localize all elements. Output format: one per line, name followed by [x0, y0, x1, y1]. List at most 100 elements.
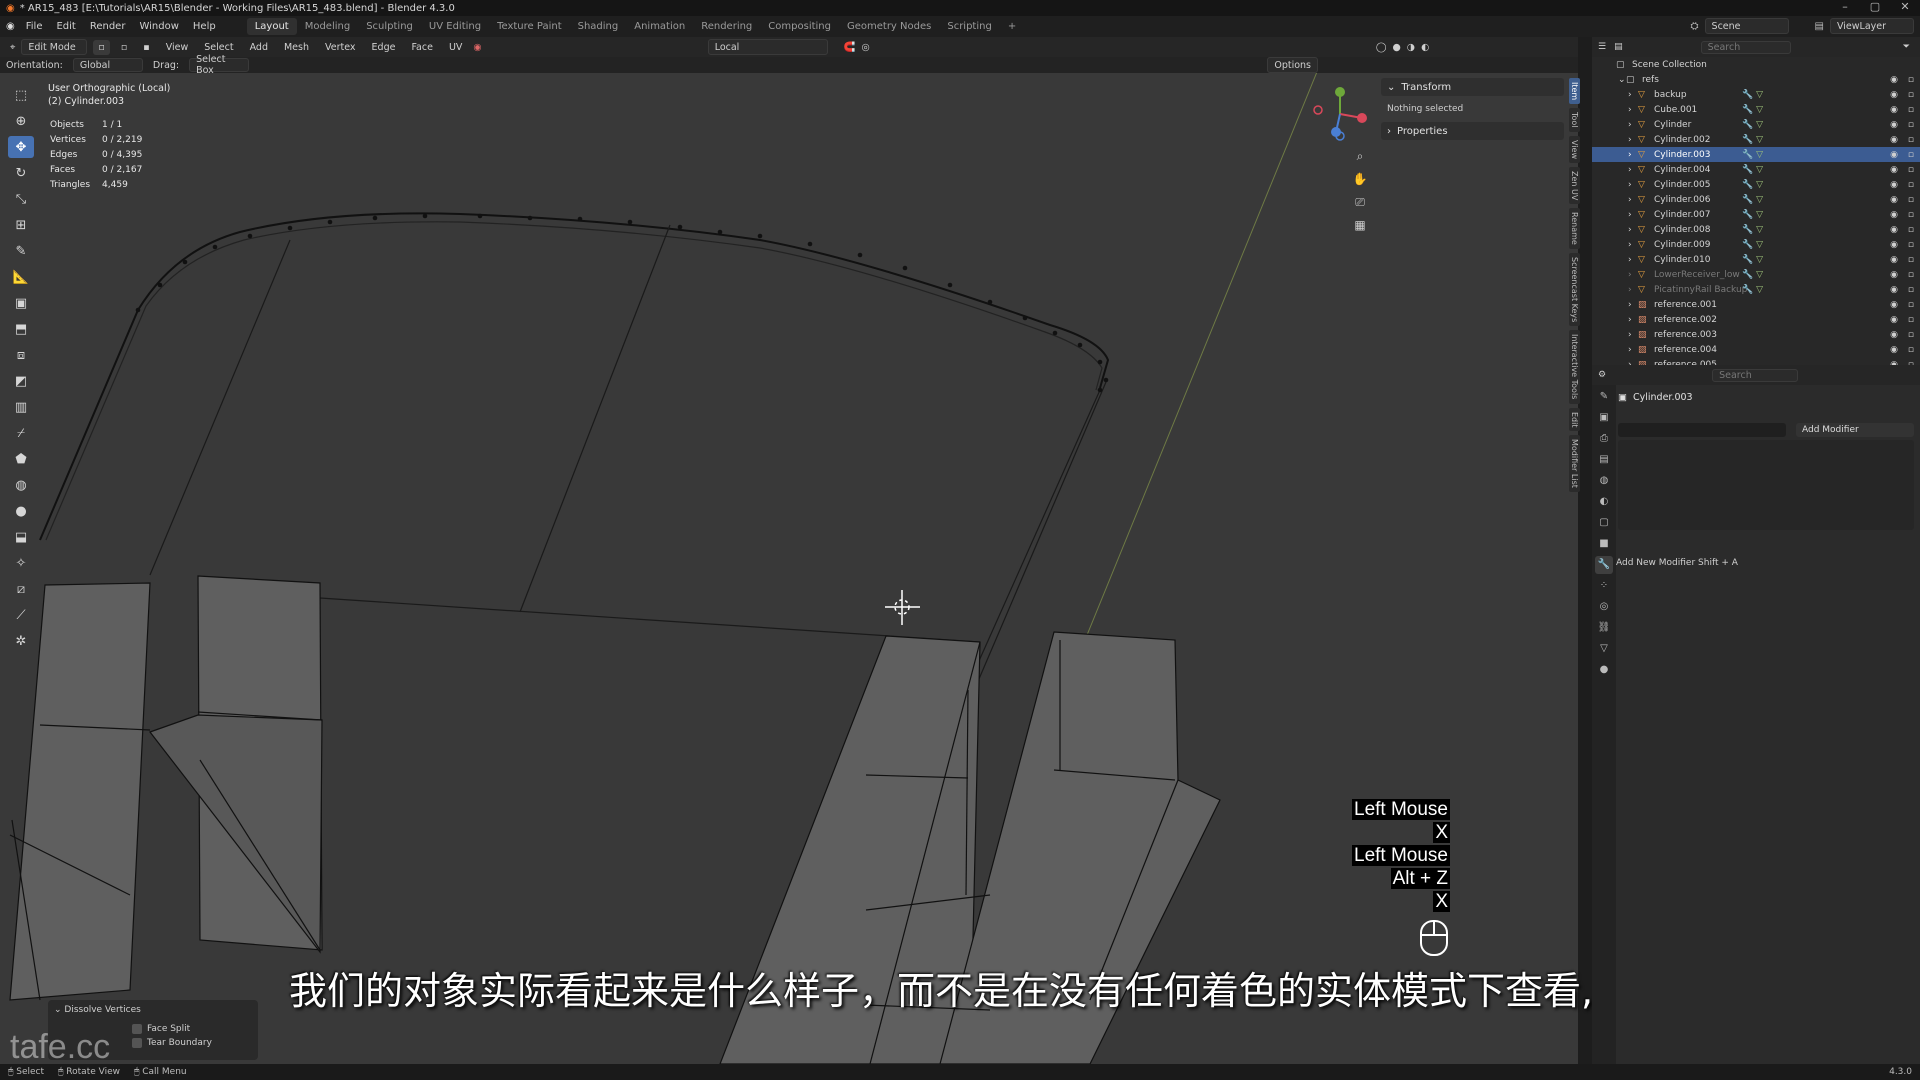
- minimize-button[interactable]: –: [1830, 0, 1860, 13]
- drag-selector[interactable]: Select Box: [189, 54, 250, 76]
- blender-menu-icon[interactable]: ◉: [6, 21, 15, 32]
- view-layer-tab-icon[interactable]: ▤: [1595, 451, 1613, 469]
- eye-icon[interactable]: ◉: [1890, 195, 1898, 205]
- physics-tab-icon[interactable]: ◎: [1595, 598, 1613, 616]
- maximize-button[interactable]: ▢: [1860, 0, 1890, 13]
- add-workspace-icon[interactable]: +: [1000, 18, 1024, 35]
- eye-icon[interactable]: ◉: [1890, 330, 1898, 340]
- tab-zen-uv[interactable]: Zen UV: [1569, 166, 1580, 205]
- chevron-right-icon[interactable]: ›: [1628, 240, 1632, 250]
- options-button[interactable]: Options: [1267, 57, 1318, 73]
- chevron-right-icon[interactable]: ›: [1628, 300, 1632, 310]
- outliner-item[interactable]: › ▽ Cylinder.003 🔧 ▽ ◉ ▫: [1592, 147, 1920, 162]
- menu-window[interactable]: Window: [132, 21, 185, 32]
- eye-icon[interactable]: ◉: [1890, 150, 1898, 160]
- scene-tab-icon[interactable]: ◍: [1595, 472, 1613, 490]
- outliner-item[interactable]: › ▽ PicatinnyRail Backup 🔧 ▽ ◉ ▫: [1592, 282, 1920, 297]
- move-tool-icon[interactable]: ✥: [8, 136, 34, 158]
- outliner-item[interactable]: › ▽ backup 🔧 ▽ ◉ ▫: [1592, 87, 1920, 102]
- outliner-item[interactable]: › ▨ reference.004 ◉ ▫: [1592, 342, 1920, 357]
- tab-sculpting[interactable]: Sculpting: [358, 18, 421, 35]
- eye-icon[interactable]: ◉: [1890, 225, 1898, 235]
- smooth-tool-icon[interactable]: ●: [8, 500, 34, 522]
- tab-screencast-keys[interactable]: Screencast Keys: [1569, 252, 1580, 327]
- knife-tool-icon[interactable]: ⌿: [8, 422, 34, 444]
- pivot-selector[interactable]: Local: [707, 39, 828, 55]
- select-tool-icon[interactable]: ⬚: [8, 84, 34, 106]
- tab-animation[interactable]: Animation: [626, 18, 693, 35]
- rotate-tool-icon[interactable]: ↻: [8, 162, 34, 184]
- eye-icon[interactable]: ◉: [1890, 135, 1898, 145]
- camera-view-icon[interactable]: ⎚: [1350, 192, 1370, 212]
- camera-icon[interactable]: ▫: [1908, 270, 1914, 280]
- navigation-gizmo[interactable]: [1310, 84, 1370, 144]
- edge-slide-tool-icon[interactable]: ⬓: [8, 526, 34, 548]
- camera-icon[interactable]: ▫: [1908, 240, 1914, 250]
- scene-selector[interactable]: Scene: [1704, 18, 1789, 34]
- chevron-right-icon[interactable]: ›: [1628, 135, 1632, 145]
- chevron-right-icon[interactable]: ›: [1628, 330, 1632, 340]
- menu-help[interactable]: Help: [186, 21, 223, 32]
- eye-icon[interactable]: ◉: [1890, 240, 1898, 250]
- data-tab-icon[interactable]: ▽: [1595, 640, 1613, 658]
- constraints-tab-icon[interactable]: ⛓: [1595, 619, 1613, 637]
- tab-view[interactable]: View: [1569, 135, 1580, 163]
- cursor-tool-icon[interactable]: ⊕: [8, 110, 34, 132]
- particles-tab-icon[interactable]: ⁘: [1595, 577, 1613, 595]
- menu-edit[interactable]: Edit: [49, 21, 82, 32]
- eye-icon[interactable]: ◉: [1890, 120, 1898, 130]
- outliner-item[interactable]: › ▨ reference.003 ◉ ▫: [1592, 327, 1920, 342]
- pan-hand-icon[interactable]: ✋: [1350, 169, 1370, 189]
- camera-icon[interactable]: ▫: [1908, 285, 1914, 295]
- collection-tab-icon[interactable]: ▢: [1595, 514, 1613, 532]
- snap-target-icon[interactable]: ◉: [473, 42, 481, 53]
- header-menu-view[interactable]: View: [161, 40, 194, 55]
- tab-tool[interactable]: Tool: [1569, 108, 1580, 132]
- header-menu-uv[interactable]: UV: [444, 40, 467, 55]
- tab-edit[interactable]: Edit: [1569, 407, 1580, 432]
- viewport-shading-material-icon[interactable]: ◑: [1407, 42, 1415, 53]
- poly-build-tool-icon[interactable]: ⬟: [8, 448, 34, 470]
- camera-icon[interactable]: ▫: [1908, 75, 1914, 85]
- editor-type-icon[interactable]: ⌖: [10, 42, 15, 53]
- eye-icon[interactable]: ◉: [1890, 285, 1898, 295]
- viewport-shading-wire-icon[interactable]: ◯: [1376, 42, 1387, 53]
- select-mode-face-icon[interactable]: ▪: [138, 40, 154, 55]
- chevron-right-icon[interactable]: ›: [1628, 105, 1632, 115]
- chevron-right-icon[interactable]: ›: [1628, 270, 1632, 280]
- add-modifier-button[interactable]: Add Modifier: [1796, 423, 1914, 437]
- camera-icon[interactable]: ▫: [1908, 165, 1914, 175]
- chevron-right-icon[interactable]: ›: [1628, 120, 1632, 130]
- perspective-toggle-icon[interactable]: ▦: [1350, 215, 1370, 235]
- menu-file[interactable]: File: [19, 21, 50, 32]
- outliner-item[interactable]: › ▨ reference.001 ◉ ▫: [1592, 297, 1920, 312]
- eye-icon[interactable]: ◉: [1890, 315, 1898, 325]
- tab-modeling[interactable]: Modeling: [297, 18, 359, 35]
- select-mode-edge-icon[interactable]: ▫: [116, 40, 132, 55]
- viewport-shading-rendered-icon[interactable]: ◐: [1421, 42, 1429, 53]
- eye-icon[interactable]: ◉: [1890, 165, 1898, 175]
- chevron-right-icon[interactable]: ›: [1628, 165, 1632, 175]
- camera-icon[interactable]: ▫: [1908, 255, 1914, 265]
- snap-icon[interactable]: 🧲: [844, 42, 856, 53]
- header-menu-edge[interactable]: Edge: [367, 40, 401, 55]
- camera-icon[interactable]: ▫: [1908, 315, 1914, 325]
- header-menu-vertex[interactable]: Vertex: [320, 40, 361, 55]
- camera-icon[interactable]: ▫: [1908, 105, 1914, 115]
- outliner-search[interactable]: Search: [1700, 40, 1791, 54]
- loop-cut-tool-icon[interactable]: ▥: [8, 396, 34, 418]
- proportional-edit-icon[interactable]: ◎: [862, 42, 870, 53]
- menu-render[interactable]: Render: [83, 21, 133, 32]
- tab-texture-paint[interactable]: Texture Paint: [489, 18, 570, 35]
- eye-icon[interactable]: ◉: [1890, 345, 1898, 355]
- camera-icon[interactable]: ▫: [1908, 135, 1914, 145]
- tab-item[interactable]: Item: [1569, 78, 1580, 105]
- tear-boundary-checkbox[interactable]: [132, 1038, 142, 1048]
- chevron-right-icon[interactable]: ›: [1628, 180, 1632, 190]
- chevron-right-icon[interactable]: ›: [1628, 195, 1632, 205]
- outliner-item[interactable]: › ▽ LowerReceiver_low 🔧 ▽ ◉ ▫: [1592, 267, 1920, 282]
- spin-tool-icon[interactable]: ◍: [8, 474, 34, 496]
- tab-rendering[interactable]: Rendering: [693, 18, 760, 35]
- select-mode-vertex-icon[interactable]: ▫: [93, 39, 110, 55]
- outliner-item[interactable]: › ▽ Cylinder.007 🔧 ▽ ◉ ▫: [1592, 207, 1920, 222]
